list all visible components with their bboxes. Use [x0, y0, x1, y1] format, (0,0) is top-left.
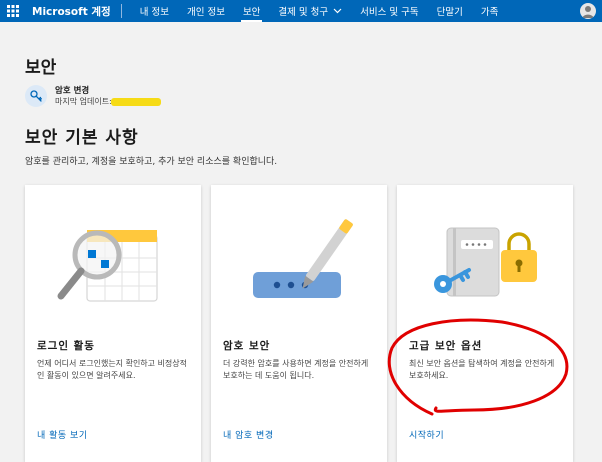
card-advanced-security: 고급 보안 옵션 최신 보안 옵션을 탐색하여 계정을 안전하게 보호하세요. …	[397, 185, 573, 462]
section-title: 보안 기본 사항	[25, 128, 139, 148]
nav-item-billing-label: 결제 및 청구	[278, 7, 329, 18]
card-password-security: 암호 보안 더 강력한 암호를 사용하면 계정을 안전하게 보호하는 데 도움이…	[211, 185, 387, 462]
card-title: 암호 보안	[223, 340, 271, 352]
change-my-password-link[interactable]: 내 암호 변경	[223, 428, 274, 441]
get-started-link[interactable]: 시작하기	[409, 428, 444, 441]
password-last-updated-label: 마지막 업데이트:	[55, 96, 112, 106]
change-password-title[interactable]: 암호 변경	[55, 86, 112, 97]
redaction-highlight	[111, 97, 161, 106]
nav-item-security[interactable]: 보안	[234, 0, 269, 22]
nav-item-devices[interactable]: 단말기	[428, 0, 472, 22]
nav-item-services[interactable]: 서비스 및 구독	[351, 0, 427, 22]
chevron-down-icon	[333, 7, 342, 16]
nav-item-family[interactable]: 가족	[472, 0, 507, 22]
card-title: 로그인 활동	[37, 340, 95, 352]
card-title: 고급 보안 옵션	[409, 340, 483, 352]
app-launcher-icon[interactable]	[4, 2, 22, 20]
key-icon	[25, 85, 47, 107]
card-description: 최신 보안 옵션을 탐색하여 계정을 안전하게 보호하세요.	[409, 359, 555, 380]
main-nav: 내 정보 개인 정보 보안 결제 및 청구 서비스 및 구독 단말기 가족	[131, 0, 508, 22]
card-description: 더 강력한 암호를 사용하면 계정을 안전하게 보호하는 데 도움이 됩니다.	[223, 359, 369, 380]
magnifier-calendar-icon	[57, 230, 158, 302]
page-title: 보안	[25, 58, 57, 78]
notebook-key-lock-icon	[434, 227, 537, 297]
card-signin-activity: 로그인 활동 언제 어디서 로그인했는지 확인하고 비정상적인 활동이 있으면 …	[25, 185, 201, 462]
section-description: 암호를 관리하고, 계정을 보호하고, 추가 보안 리소스를 확인합니다.	[25, 157, 278, 167]
nav-item-privacy[interactable]: 개인 정보	[178, 0, 234, 22]
nav-item-billing[interactable]: 결제 및 청구	[269, 0, 351, 22]
change-password-row[interactable]: 암호 변경 마지막 업데이트:	[25, 85, 161, 107]
top-nav-bar: Microsoft 계정 내 정보 개인 정보 보안 결제 및 청구 서비스 및…	[0, 0, 602, 22]
nav-divider	[120, 4, 122, 18]
password-field-pen-icon	[253, 219, 353, 298]
avatar[interactable]	[580, 3, 596, 19]
password-last-updated: 마지막 업데이트:	[55, 96, 161, 107]
brand-title[interactable]: Microsoft 계정	[32, 4, 111, 19]
view-my-activity-link[interactable]: 내 활동 보기	[37, 428, 88, 441]
card-description: 언제 어디서 로그인했는지 확인하고 비정상적인 활동이 있으면 알려주세요.	[37, 359, 188, 380]
nav-item-profile[interactable]: 내 정보	[131, 0, 178, 22]
